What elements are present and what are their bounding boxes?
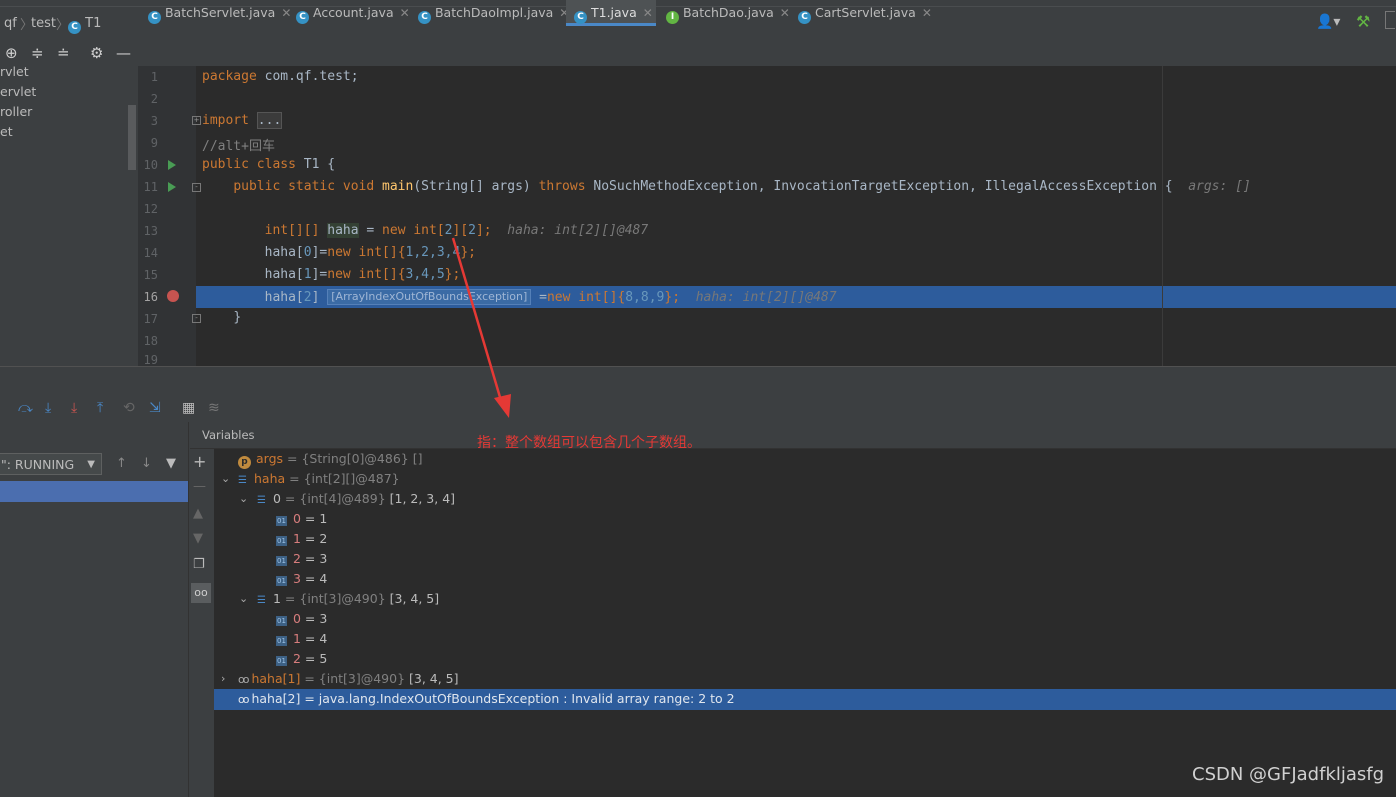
annotation-text: 指：整个数组可以包含几个子数组。 (477, 435, 701, 451)
annotation-arrow-line (451, 237, 504, 405)
watermark: CSDN @GFJadfkljasfg (1192, 764, 1385, 785)
annotation-arrow-head (494, 394, 511, 418)
annotation-arrow (451, 237, 511, 418)
